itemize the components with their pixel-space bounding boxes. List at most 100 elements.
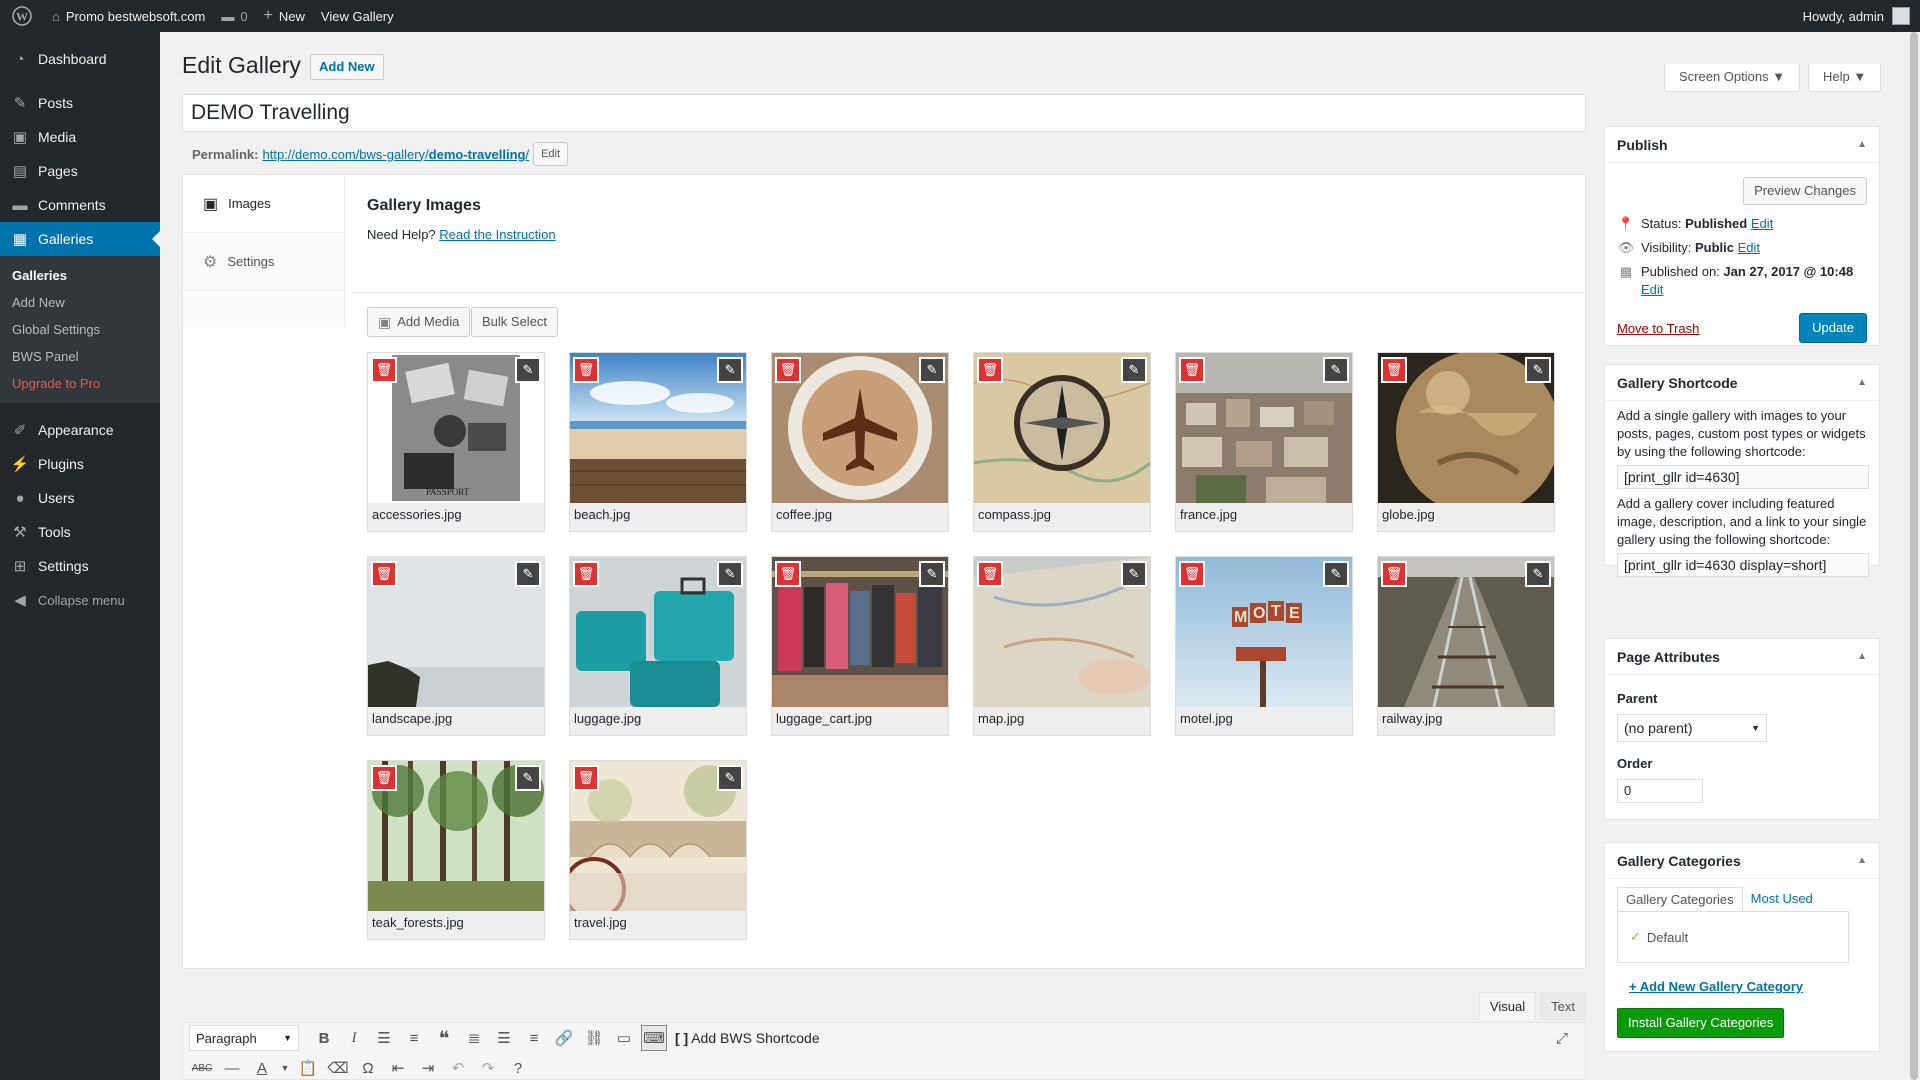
menu-comments[interactable]: ▬ Comments bbox=[0, 188, 160, 222]
tab-settings[interactable]: ⚙ Settings bbox=[183, 233, 344, 291]
image-card[interactable]: 🗑 ✎ coffee.jpg bbox=[771, 352, 949, 532]
image-card[interactable]: 🗑 ✎ luggage.jpg bbox=[569, 556, 747, 736]
page-scrollbar[interactable] bbox=[1908, 32, 1920, 1080]
image-card[interactable]: 🗑 ✎ landscape.jpg bbox=[367, 556, 545, 736]
delete-icon[interactable]: 🗑 bbox=[1381, 561, 1407, 587]
view-gallery-link[interactable]: View Gallery bbox=[313, 0, 402, 32]
menu-dashboard[interactable]: ◔ Dashboard bbox=[0, 42, 160, 76]
pencil-icon[interactable]: ✎ bbox=[1323, 561, 1349, 587]
clear-formatting-icon[interactable]: ⌫ bbox=[325, 1055, 351, 1080]
submenu-add-new[interactable]: Add New bbox=[0, 289, 160, 316]
pencil-icon[interactable]: ✎ bbox=[919, 561, 945, 587]
shortcode-header[interactable]: Gallery Shortcode ▲ bbox=[1605, 365, 1879, 401]
special-character-icon[interactable]: Ω bbox=[355, 1055, 381, 1080]
menu-users[interactable]: ● Users bbox=[0, 481, 160, 515]
redo-icon[interactable]: ↷ bbox=[475, 1055, 501, 1080]
blockquote-icon[interactable]: ❝ bbox=[431, 1025, 457, 1051]
pencil-icon[interactable]: ✎ bbox=[515, 561, 541, 587]
menu-posts[interactable]: ✎ Posts bbox=[0, 86, 160, 120]
tab-all-categories[interactable]: Gallery Categories bbox=[1617, 887, 1743, 911]
delete-icon[interactable]: 🗑 bbox=[1179, 561, 1205, 587]
image-card[interactable]: MOTE 🗑 ✎ motel.jpg bbox=[1175, 556, 1353, 736]
image-card[interactable]: 🗑 ✎ luggage_cart.jpg bbox=[771, 556, 949, 736]
align-left-icon[interactable]: ≣ bbox=[461, 1025, 487, 1051]
delete-icon[interactable]: 🗑 bbox=[371, 765, 397, 791]
shortcode-field-2[interactable]: [print_gllr id=4630 display=short] bbox=[1617, 553, 1869, 577]
delete-icon[interactable]: 🗑 bbox=[775, 357, 801, 383]
pencil-icon[interactable]: ✎ bbox=[1323, 357, 1349, 383]
submenu-bws-panel[interactable]: BWS Panel bbox=[0, 343, 160, 370]
attributes-header[interactable]: Page Attributes ▲ bbox=[1605, 639, 1879, 675]
update-button[interactable]: Update bbox=[1799, 313, 1867, 343]
bold-icon[interactable]: B bbox=[311, 1025, 337, 1051]
bulk-select-button[interactable]: Bulk Select bbox=[471, 307, 559, 337]
image-card[interactable]: 🗑 ✎ teak_forests.jpg bbox=[367, 760, 545, 940]
pencil-icon[interactable]: ✎ bbox=[717, 765, 743, 791]
pencil-icon[interactable]: ✎ bbox=[1121, 561, 1147, 587]
pencil-icon[interactable]: ✎ bbox=[717, 357, 743, 383]
order-input[interactable]: 0 bbox=[1617, 779, 1703, 803]
add-new-category-link[interactable]: + Add New Gallery Category bbox=[1629, 979, 1803, 994]
tab-text[interactable]: Text bbox=[1540, 992, 1586, 1020]
paste-text-icon[interactable]: 📋 bbox=[295, 1055, 321, 1080]
image-card[interactable]: 🗑 ✎ railway.jpg bbox=[1377, 556, 1555, 736]
delete-icon[interactable]: 🗑 bbox=[977, 561, 1003, 587]
edit-visibility-link[interactable]: Edit bbox=[1738, 240, 1760, 255]
read-more-icon[interactable]: ▭ bbox=[611, 1025, 637, 1051]
align-center-icon[interactable]: ☰ bbox=[491, 1025, 517, 1051]
pencil-icon[interactable]: ✎ bbox=[515, 765, 541, 791]
comments-link[interactable]: ▬ 0 bbox=[213, 0, 255, 32]
menu-pages[interactable]: ▤ Pages bbox=[0, 154, 160, 188]
new-content-link[interactable]: + New bbox=[256, 0, 313, 32]
text-color-icon[interactable]: A bbox=[249, 1055, 275, 1080]
image-card[interactable]: PASSPORT 🗑 ✎ accessories.jpg bbox=[367, 352, 545, 532]
delete-icon[interactable]: 🗑 bbox=[371, 357, 397, 383]
publish-header[interactable]: Publish ▲ bbox=[1605, 127, 1879, 163]
unlink-icon[interactable]: ⛓ bbox=[581, 1025, 607, 1051]
scrollbar-thumb[interactable] bbox=[1910, 32, 1918, 1080]
categories-header[interactable]: Gallery Categories ▲ bbox=[1605, 843, 1879, 879]
delete-icon[interactable]: 🗑 bbox=[573, 561, 599, 587]
menu-settings[interactable]: ⊞ Settings bbox=[0, 549, 160, 583]
fullscreen-icon[interactable]: ⤢ bbox=[1549, 1025, 1575, 1051]
pencil-icon[interactable]: ✎ bbox=[1525, 561, 1551, 587]
post-title-input[interactable]: DEMO Travelling bbox=[182, 94, 1586, 132]
add-bws-shortcode-button[interactable]: [ ] Add BWS Shortcode bbox=[671, 1030, 824, 1046]
numbered-list-icon[interactable]: ≡ bbox=[401, 1025, 427, 1051]
pencil-icon[interactable]: ✎ bbox=[1121, 357, 1147, 383]
menu-galleries[interactable]: ▦ Galleries bbox=[0, 222, 160, 256]
help-icon[interactable]: ? bbox=[505, 1055, 531, 1080]
preview-changes-button[interactable]: Preview Changes bbox=[1743, 177, 1867, 205]
italic-icon[interactable]: I bbox=[341, 1025, 367, 1051]
edit-slug-button[interactable]: Edit bbox=[533, 142, 569, 166]
image-card[interactable]: 🗑 ✎ globe.jpg bbox=[1377, 352, 1555, 532]
shortcode-field-1[interactable]: [print_gllr id=4630] bbox=[1617, 465, 1869, 489]
checkbox-checked-icon[interactable]: ✓ bbox=[1630, 929, 1641, 945]
edit-date-link[interactable]: Edit bbox=[1641, 282, 1663, 297]
site-name-link[interactable]: ⌂ Promo bestwebsoft.com bbox=[44, 0, 213, 32]
delete-icon[interactable]: 🗑 bbox=[573, 765, 599, 791]
image-card[interactable]: 🗑 ✎ map.jpg bbox=[973, 556, 1151, 736]
move-to-trash-link[interactable]: Move to Trash bbox=[1617, 321, 1699, 336]
pencil-icon[interactable]: ✎ bbox=[919, 357, 945, 383]
instruction-link[interactable]: Read the Instruction bbox=[439, 227, 555, 242]
tab-most-used[interactable]: Most Used bbox=[1743, 887, 1821, 911]
menu-plugins[interactable]: ⚡ Plugins bbox=[0, 447, 160, 481]
edit-status-link[interactable]: Edit bbox=[1751, 216, 1773, 231]
format-select[interactable]: Paragraph ▼ bbox=[189, 1025, 299, 1051]
delete-icon[interactable]: 🗑 bbox=[775, 561, 801, 587]
collapse-arrow-icon[interactable]: ▲ bbox=[1857, 377, 1867, 388]
screen-options-button[interactable]: Screen Options ▼ bbox=[1664, 64, 1801, 92]
submenu-global-settings[interactable]: Global Settings bbox=[0, 316, 160, 343]
toolbar-toggle-icon[interactable]: ⌨ bbox=[641, 1025, 667, 1051]
collapse-arrow-icon[interactable]: ▲ bbox=[1857, 651, 1867, 662]
my-account[interactable]: Howdy, admin bbox=[1803, 7, 1920, 25]
submenu-galleries[interactable]: Galleries bbox=[0, 262, 160, 289]
collapse-menu[interactable]: ◀ Collapse menu bbox=[0, 583, 160, 617]
delete-icon[interactable]: 🗑 bbox=[977, 357, 1003, 383]
add-media-button[interactable]: ▣ Add Media bbox=[367, 307, 471, 337]
permalink-link[interactable]: http://demo.com/bws-gallery/demo-travell… bbox=[262, 147, 529, 162]
link-icon[interactable]: 🔗 bbox=[551, 1025, 577, 1051]
pencil-icon[interactable]: ✎ bbox=[515, 357, 541, 383]
submenu-upgrade-to-pro[interactable]: Upgrade to Pro bbox=[0, 370, 160, 397]
